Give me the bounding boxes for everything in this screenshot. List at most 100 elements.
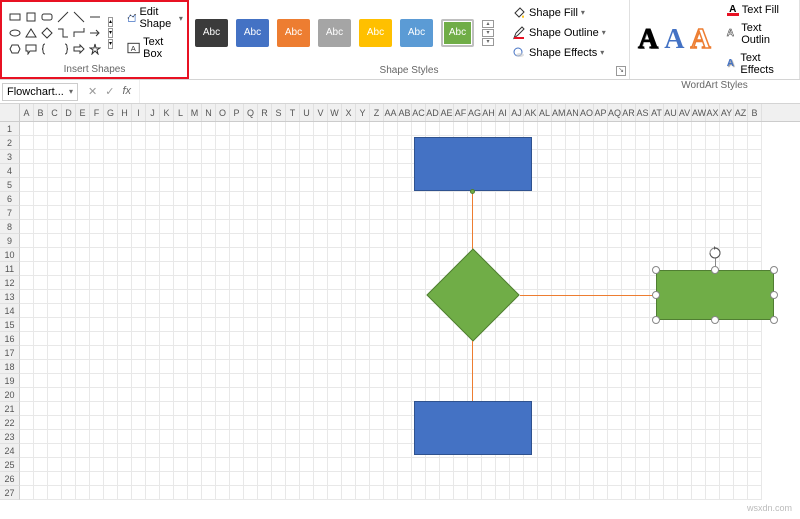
cell[interactable] xyxy=(594,388,608,402)
cell[interactable] xyxy=(608,150,622,164)
shape-arrow-icon[interactable] xyxy=(88,26,102,40)
cell[interactable] xyxy=(384,374,398,388)
cell[interactable] xyxy=(342,346,356,360)
cell[interactable] xyxy=(62,206,76,220)
cell[interactable] xyxy=(202,318,216,332)
cell[interactable] xyxy=(342,402,356,416)
cell[interactable] xyxy=(748,416,762,430)
col-header[interactable]: K xyxy=(160,104,174,121)
cell[interactable] xyxy=(580,220,594,234)
cell[interactable] xyxy=(62,388,76,402)
cell[interactable] xyxy=(132,234,146,248)
cell[interactable] xyxy=(146,206,160,220)
cell[interactable] xyxy=(398,290,412,304)
cell[interactable] xyxy=(566,388,580,402)
col-header[interactable]: AR xyxy=(622,104,636,121)
cell[interactable] xyxy=(552,332,566,346)
name-box[interactable]: Flowchart... ▾ xyxy=(2,83,78,101)
cell[interactable] xyxy=(538,430,552,444)
shape-elbow2-icon[interactable] xyxy=(72,26,86,40)
cell[interactable] xyxy=(734,318,748,332)
col-header[interactable]: J xyxy=(146,104,160,121)
cell[interactable] xyxy=(510,220,524,234)
cell[interactable] xyxy=(34,178,48,192)
cell[interactable] xyxy=(328,262,342,276)
row-header[interactable]: 1 xyxy=(0,122,20,136)
cell[interactable] xyxy=(370,402,384,416)
cell[interactable] xyxy=(566,122,580,136)
cell[interactable] xyxy=(622,290,636,304)
cell[interactable] xyxy=(230,178,244,192)
cell[interactable] xyxy=(552,290,566,304)
cell[interactable] xyxy=(76,486,90,500)
cell[interactable] xyxy=(636,248,650,262)
cell[interactable] xyxy=(328,346,342,360)
cell[interactable] xyxy=(580,430,594,444)
col-header[interactable]: AL xyxy=(538,104,552,121)
cell[interactable] xyxy=(370,234,384,248)
cell[interactable] xyxy=(650,388,664,402)
cell[interactable] xyxy=(734,360,748,374)
cell[interactable] xyxy=(692,486,706,500)
cell[interactable] xyxy=(160,164,174,178)
cell[interactable] xyxy=(314,234,328,248)
cell[interactable] xyxy=(20,416,34,430)
cell[interactable] xyxy=(62,360,76,374)
cell[interactable] xyxy=(20,234,34,248)
cell[interactable] xyxy=(356,318,370,332)
cell[interactable] xyxy=(650,192,664,206)
cell[interactable] xyxy=(272,164,286,178)
cell[interactable] xyxy=(272,136,286,150)
cell[interactable] xyxy=(412,388,426,402)
cell[interactable] xyxy=(468,472,482,486)
cell[interactable] xyxy=(608,444,622,458)
cell[interactable] xyxy=(188,150,202,164)
cell[interactable] xyxy=(188,360,202,374)
cell[interactable] xyxy=(734,346,748,360)
cell[interactable] xyxy=(692,318,706,332)
cell[interactable] xyxy=(384,220,398,234)
cell[interactable] xyxy=(706,178,720,192)
cell[interactable] xyxy=(286,122,300,136)
cell[interactable] xyxy=(62,346,76,360)
cell[interactable] xyxy=(580,318,594,332)
cell[interactable] xyxy=(188,276,202,290)
flowchart-process-top[interactable] xyxy=(414,137,532,191)
cell[interactable] xyxy=(174,374,188,388)
cell[interactable] xyxy=(258,234,272,248)
cell[interactable] xyxy=(552,458,566,472)
cell[interactable] xyxy=(650,416,664,430)
cell[interactable] xyxy=(90,304,104,318)
cell[interactable] xyxy=(664,122,678,136)
cell[interactable] xyxy=(552,444,566,458)
cell[interactable] xyxy=(146,150,160,164)
cell[interactable] xyxy=(188,472,202,486)
cell[interactable] xyxy=(328,374,342,388)
cell[interactable] xyxy=(62,416,76,430)
cell[interactable] xyxy=(90,486,104,500)
cell[interactable] xyxy=(720,416,734,430)
cell[interactable] xyxy=(76,304,90,318)
cell[interactable] xyxy=(678,458,692,472)
cell[interactable] xyxy=(76,346,90,360)
col-header[interactable]: T xyxy=(286,104,300,121)
cell[interactable] xyxy=(20,192,34,206)
cell[interactable] xyxy=(594,290,608,304)
cell[interactable] xyxy=(566,346,580,360)
col-header[interactable]: AH xyxy=(482,104,496,121)
cell[interactable] xyxy=(426,234,440,248)
cell[interactable] xyxy=(20,360,34,374)
cell[interactable] xyxy=(48,150,62,164)
cell[interactable] xyxy=(48,388,62,402)
cell[interactable] xyxy=(314,304,328,318)
cell[interactable] xyxy=(678,430,692,444)
cell[interactable] xyxy=(440,332,454,346)
cell[interactable] xyxy=(552,276,566,290)
cell[interactable] xyxy=(244,206,258,220)
cell[interactable] xyxy=(62,248,76,262)
shape-brace2-icon[interactable] xyxy=(56,42,70,56)
cell[interactable] xyxy=(734,458,748,472)
cell[interactable] xyxy=(412,248,426,262)
cell[interactable] xyxy=(608,290,622,304)
cell[interactable] xyxy=(454,374,468,388)
